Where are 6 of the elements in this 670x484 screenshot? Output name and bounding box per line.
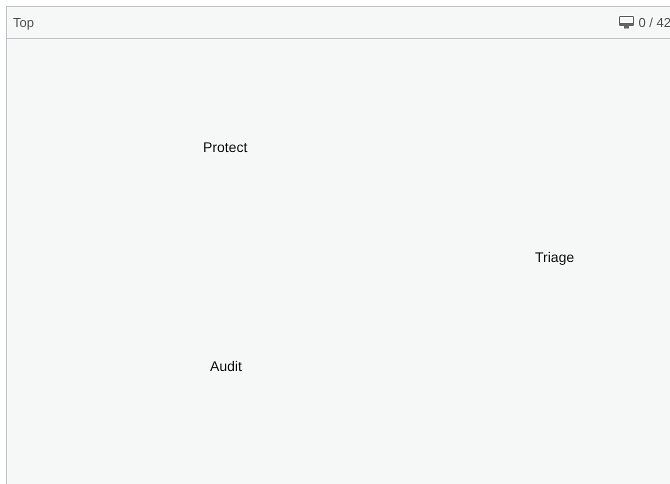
panel-title: Top: [13, 15, 34, 30]
monitor-icon: [619, 16, 634, 29]
node-label[interactable]: Protect: [203, 139, 248, 155]
node-counter: 0 / 42: [638, 15, 670, 30]
node-label[interactable]: Triage: [535, 249, 574, 265]
node-label[interactable]: Audit: [210, 358, 242, 374]
